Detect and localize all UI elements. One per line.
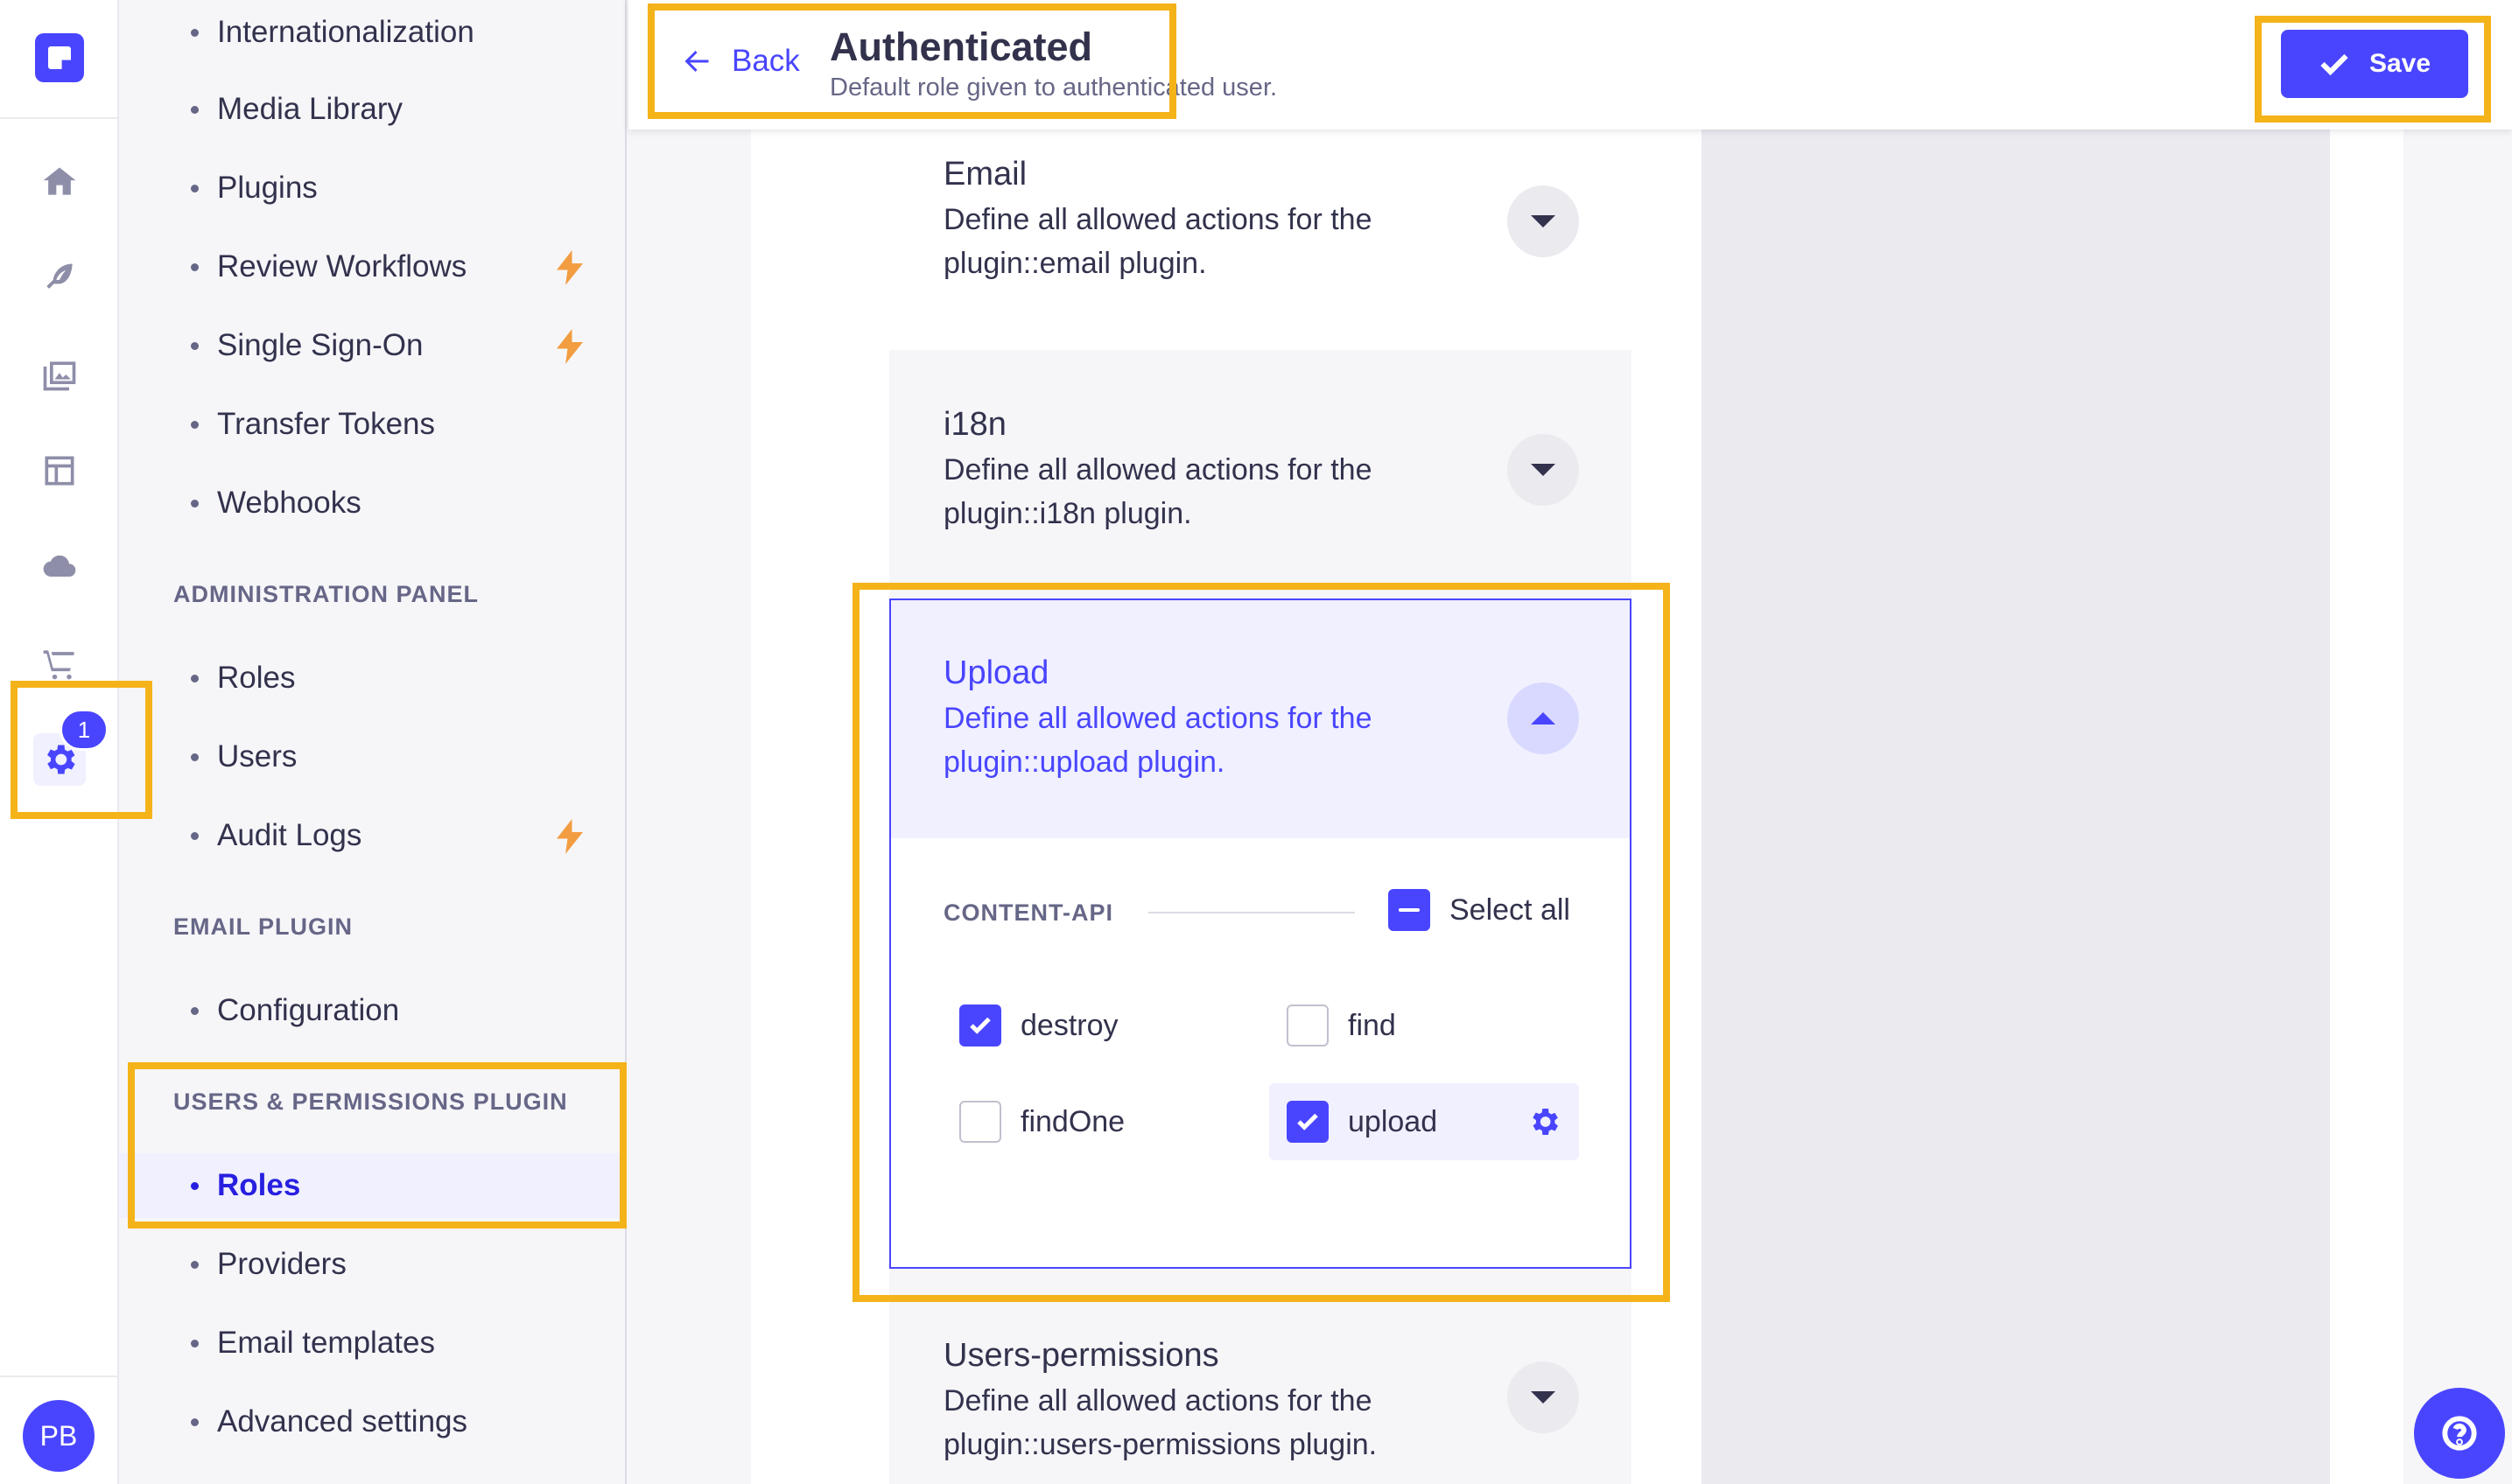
section-heading-users-permissions-plugin: USERS & PERMISSIONS PLUGIN — [173, 1088, 568, 1115]
subnav-item-single-sign-on[interactable]: Single Sign-On — [119, 313, 625, 378]
policies-panel — [1702, 130, 2330, 1484]
subnav-item-label: Configuration — [217, 993, 400, 1027]
subnav-item-label: Audit Logs — [217, 818, 362, 852]
subnav-item-label: Roles — [217, 661, 296, 695]
subnav-item-label: Transfer Tokens — [217, 407, 435, 441]
subnav-item-transfer-tokens[interactable]: Transfer Tokens — [119, 392, 625, 457]
subnav-item-audit-logs[interactable]: Audit Logs — [119, 803, 625, 868]
logo-icon[interactable] — [35, 33, 84, 82]
user-avatar[interactable]: PB — [23, 1400, 95, 1472]
subnav-item-internationalization[interactable]: Internationalization — [119, 0, 625, 65]
rail-divider-bottom — [0, 1376, 119, 1377]
cloud-icon[interactable] — [33, 541, 86, 593]
check-icon — [2320, 53, 2348, 76]
accordion-i18n-desc: Define all allowed actions for the plugi… — [944, 453, 1372, 530]
subnav-item-media-library[interactable]: Media Library — [119, 77, 625, 142]
checkbox-unchecked-icon — [1287, 1004, 1329, 1046]
select-all-checkbox[interactable]: Select all — [1388, 889, 1570, 931]
accordion-upload-toggle[interactable] — [1507, 682, 1579, 754]
save-button[interactable]: Save — [2281, 30, 2468, 98]
select-all-label: Select all — [1449, 892, 1570, 927]
subnav-item-email-configuration[interactable]: Configuration — [119, 978, 625, 1043]
section-heading-email-plugin: EMAIL PLUGIN — [173, 914, 354, 940]
checkbox-checked-icon — [959, 1004, 1001, 1046]
section-heading-administration-panel: ADMINISTRATION PANEL — [173, 581, 479, 607]
permission-find[interactable]: find — [1287, 1004, 1396, 1046]
app-root: 1 PB Internationalization Media Library … — [0, 0, 2512, 1484]
subnav-item-label: Review Workflows — [217, 249, 467, 284]
subnav-item-plugins[interactable]: Plugins — [119, 156, 625, 220]
permission-label: upload — [1348, 1104, 1438, 1138]
page-header: Back Authenticated Default role given to… — [628, 0, 2512, 130]
accordion-users-permissions-desc: Define all allowed actions for the plugi… — [944, 1384, 1378, 1461]
subnav-item-admin-roles[interactable]: Roles — [119, 646, 625, 710]
subnav-item-label: Media Library — [217, 92, 403, 126]
permission-destroy[interactable]: destroy — [959, 1004, 1119, 1046]
subnav-item-users[interactable]: Users — [119, 724, 625, 789]
chevron-down-icon — [1531, 215, 1555, 228]
lightning-bolt-icon — [557, 250, 583, 285]
accordion-upload-desc: Define all allowed actions for the plugi… — [944, 702, 1372, 779]
subnav-item-email-templates[interactable]: Email templates — [119, 1311, 625, 1376]
subnav-item-providers[interactable]: Providers — [119, 1232, 625, 1297]
indeterminate-checkbox-icon — [1388, 889, 1430, 931]
help-button[interactable] — [2414, 1388, 2505, 1479]
accordion-email-desc: Define all allowed actions for the plugi… — [944, 203, 1372, 280]
accordion-i18n-title: i18n — [944, 406, 1007, 443]
page-title: Authenticated — [830, 24, 1093, 69]
permission-label: destroy — [1021, 1008, 1119, 1042]
permission-upload[interactable]: upload — [1287, 1101, 1437, 1143]
checkbox-unchecked-icon — [959, 1101, 1001, 1143]
home-icon[interactable] — [33, 156, 86, 208]
subnav-item-label: Roles — [217, 1168, 301, 1202]
accordion-email-title: Email — [944, 156, 1028, 192]
content-api-label: CONTENT-API — [944, 900, 1114, 926]
lightning-bolt-icon — [557, 329, 583, 364]
subnav-item-advanced-settings[interactable]: Advanced settings — [119, 1390, 625, 1454]
subnav-item-label: Plugins — [217, 171, 318, 205]
chevron-down-icon — [1531, 464, 1555, 476]
content-type-builder-icon[interactable] — [33, 444, 86, 497]
checkbox-checked-icon — [1287, 1101, 1329, 1143]
settings-subnav: Internationalization Media Library Plugi… — [119, 0, 627, 1484]
chevron-down-icon — [1531, 1391, 1555, 1404]
subnav-item-label: Single Sign-On — [217, 328, 424, 362]
accordion-upload-title: Upload — [944, 654, 1049, 691]
subnav-item-webhooks[interactable]: Webhooks — [119, 471, 625, 536]
subnav-item-label: Email templates — [217, 1326, 435, 1360]
accordion-i18n-toggle[interactable] — [1507, 434, 1579, 506]
back-link[interactable]: Back — [681, 44, 800, 79]
permission-label: find — [1348, 1008, 1396, 1042]
accordion-users-permissions-toggle[interactable] — [1507, 1362, 1579, 1433]
back-label: Back — [732, 44, 800, 78]
lightning-bolt-icon — [557, 819, 583, 854]
subnav-item-review-workflows[interactable]: Review Workflows — [119, 234, 625, 299]
section-divider — [1148, 912, 1355, 914]
page-subtitle: Default role given to authenticated user… — [830, 74, 1278, 102]
main-nav-rail: 1 PB — [0, 0, 119, 1484]
settings-notification-badge: 1 — [60, 709, 109, 751]
subnav-item-label: Users — [217, 739, 298, 774]
permission-label: findOne — [1021, 1104, 1126, 1138]
gear-icon[interactable] — [1526, 1104, 1561, 1139]
question-icon — [2442, 1416, 2477, 1451]
subnav-item-label: Advanced settings — [217, 1404, 468, 1438]
rail-divider — [0, 117, 119, 119]
arrow-left-icon — [684, 51, 709, 72]
subnav-item-label: Webhooks — [217, 486, 361, 520]
accordion-users-permissions-title: Users-permissions — [944, 1337, 1219, 1374]
marketplace-icon[interactable] — [33, 637, 86, 690]
content-manager-icon[interactable] — [33, 252, 86, 304]
subnav-item-label: Providers — [217, 1247, 347, 1281]
save-label: Save — [2368, 49, 2431, 78]
accordion-email-toggle[interactable] — [1507, 186, 1579, 257]
subnav-item-label: Internationalization — [217, 15, 474, 49]
media-library-icon[interactable] — [33, 348, 86, 401]
chevron-up-icon — [1531, 712, 1555, 724]
permission-findone[interactable]: findOne — [959, 1101, 1125, 1143]
subnav-item-up-roles[interactable]: Roles — [119, 1153, 625, 1218]
